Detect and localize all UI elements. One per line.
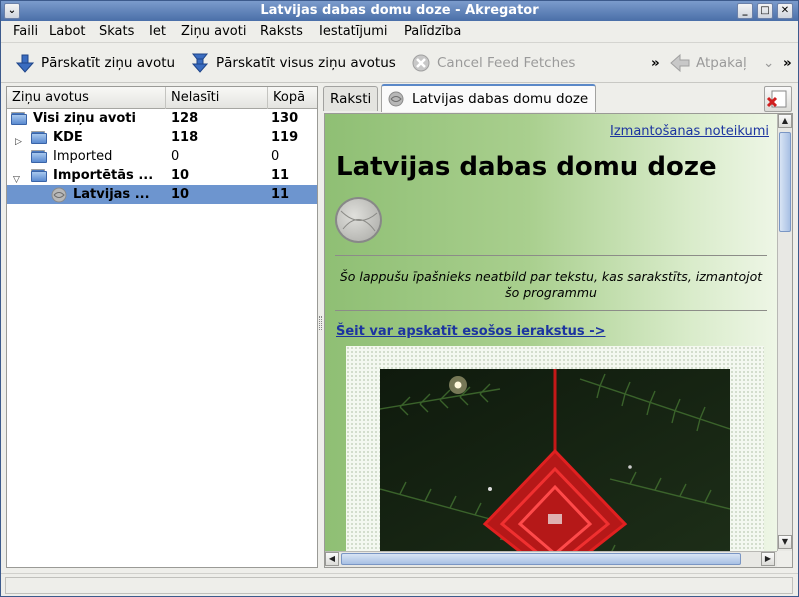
scroll-down-icon[interactable]: ▼ xyxy=(778,535,792,549)
feed-total: 0 xyxy=(271,149,280,164)
feed-total: 119 xyxy=(271,130,299,145)
disclaimer-text: Šo lappušu īpašnieks neatbild par tekstu… xyxy=(339,269,763,300)
arrow-left-icon xyxy=(670,53,690,73)
column-header-total[interactable]: Kopā xyxy=(268,87,317,109)
column-header-unread[interactable]: Nelasīti xyxy=(166,87,268,109)
menu-article[interactable]: Raksts xyxy=(260,24,303,39)
menu-feeds[interactable]: Ziņu avoti xyxy=(181,24,246,39)
scroll-corner xyxy=(777,551,792,567)
feed-row-imported[interactable]: Imported 0 0 xyxy=(7,147,317,166)
splitter-handle[interactable] xyxy=(319,316,322,330)
entries-link[interactable]: Šeit var apskatīt esošos ierakstus -> xyxy=(336,324,605,339)
close-tab-button[interactable] xyxy=(764,86,792,112)
article-viewer: Izmantošanas noteikumi Latvijas dabas do… xyxy=(324,113,793,568)
column-header-name[interactable]: Ziņu avotus xyxy=(7,87,166,109)
maximize-button[interactable]: □ xyxy=(757,3,773,19)
feed-name: KDE xyxy=(53,130,83,145)
refresh-feed-button[interactable]: Pārskatīt ziņu avotu xyxy=(15,52,180,74)
folder-icon xyxy=(11,112,27,125)
toolbar-overflow-button-2[interactable]: » xyxy=(783,52,795,74)
toolbar: Pārskatīt ziņu avotu Pārskatīt visus ziņ… xyxy=(1,43,798,83)
feed-unread: 118 xyxy=(171,130,199,145)
christmas-ornament-photo xyxy=(380,369,730,551)
feed-row-all[interactable]: Visi ziņu avoti 128 130 xyxy=(7,109,317,128)
feed-name: Importētās ... xyxy=(53,168,154,183)
status-bar xyxy=(1,573,798,596)
feed-row-kde[interactable]: ▷ KDE 118 119 xyxy=(7,128,317,147)
folder-open-icon xyxy=(31,169,47,182)
feed-total: 130 xyxy=(271,111,299,126)
title-bar[interactable]: ⌄ Latvijas dabas domu doze - Akregator _… xyxy=(1,1,798,21)
feed-unread: 10 xyxy=(171,168,190,183)
feed-name: Imported xyxy=(53,149,113,164)
feed-unread: 128 xyxy=(171,111,199,126)
arrow-down-all-icon xyxy=(191,53,209,73)
tab-feed-label: Latvijas dabas domu doze xyxy=(412,91,589,107)
tab-articles[interactable]: Raksti xyxy=(323,86,379,111)
feed-favicon-icon xyxy=(388,91,404,107)
refresh-feed-label: Pārskatīt ziņu avotu xyxy=(41,55,176,71)
horizontal-scrollbar[interactable]: ◀ ▶ xyxy=(325,551,777,567)
feed-list-panel: Ziņu avotus Nelasīti Kopā Visi ziņu avot… xyxy=(6,86,318,568)
menu-edit[interactable]: Labot xyxy=(49,24,86,39)
scroll-left-icon[interactable]: ◀ xyxy=(325,552,339,566)
close-button[interactable]: ✕ xyxy=(777,3,793,19)
horizontal-scroll-thumb[interactable] xyxy=(341,553,741,565)
feed-total: 11 xyxy=(271,168,290,183)
status-text-area xyxy=(5,577,793,594)
feed-favicon-icon xyxy=(51,187,67,203)
minimize-button[interactable]: _ xyxy=(737,3,753,19)
feed-name: Visi ziņu avoti xyxy=(33,111,136,126)
folder-icon xyxy=(31,131,47,144)
feed-name: Latvijas ... xyxy=(73,187,150,202)
tab-feed-page[interactable]: Latvijas dabas domu doze xyxy=(381,84,596,112)
feed-page-content: Izmantošanas noteikumi Latvijas dabas do… xyxy=(325,114,777,551)
site-logo xyxy=(335,197,382,243)
app-window: ⌄ Latvijas dabas domu doze - Akregator _… xyxy=(0,0,799,597)
menu-go[interactable]: Iet xyxy=(149,24,166,39)
cancel-fetch-button[interactable]: Cancel Feed Fetches xyxy=(411,52,581,74)
tab-bar: Raksti Latvijas dabas domu doze xyxy=(323,83,795,113)
feed-row-imported-group[interactable]: ▽ Importētās ... 10 11 xyxy=(7,166,317,185)
menu-settings[interactable]: Iestatījumi xyxy=(319,24,388,39)
back-label: Atpakaļ xyxy=(696,55,747,71)
window-menu-icon[interactable]: ⌄ xyxy=(4,3,20,19)
menu-help[interactable]: Palīdzība xyxy=(404,24,461,39)
folder-icon xyxy=(31,150,47,163)
divider xyxy=(335,310,767,311)
vertical-scroll-thumb[interactable] xyxy=(779,132,791,232)
feed-row-latvijas[interactable]: Latvijas ... 10 11 xyxy=(7,185,317,204)
window-title: Latvijas dabas domu doze - Akregator xyxy=(260,3,539,18)
page-heading: Latvijas dabas domu doze xyxy=(336,152,717,182)
cancel-fetch-label: Cancel Feed Fetches xyxy=(437,55,576,71)
feed-unread: 0 xyxy=(171,149,180,164)
back-button[interactable]: Atpakaļ xyxy=(670,52,750,74)
scroll-up-icon[interactable]: ▲ xyxy=(778,114,792,128)
feed-unread: 10 xyxy=(171,187,190,202)
scroll-right-icon[interactable]: ▶ xyxy=(761,552,775,566)
back-dropdown-icon[interactable]: ⌄ xyxy=(763,52,777,74)
refresh-all-label: Pārskatīt visus ziņu avotus xyxy=(216,55,396,71)
cancel-icon xyxy=(412,54,430,72)
menu-view[interactable]: Skats xyxy=(99,24,134,39)
toolbar-overflow-button[interactable]: » xyxy=(651,52,663,74)
arrow-down-icon xyxy=(15,54,35,73)
image-frame xyxy=(346,346,764,551)
feed-total: 11 xyxy=(271,187,290,202)
feed-list-header: Ziņu avotus Nelasīti Kopā xyxy=(7,87,317,109)
close-tab-icon xyxy=(766,90,787,108)
menubar: Faili Labot Skats Iet Ziņu avoti Raksts … xyxy=(1,21,798,43)
divider xyxy=(335,255,767,256)
vertical-scrollbar[interactable]: ▲ ▼ xyxy=(777,114,792,551)
terms-link[interactable]: Izmantošanas noteikumi xyxy=(610,124,769,139)
menu-file[interactable]: Faili xyxy=(13,24,38,39)
refresh-all-feeds-button[interactable]: Pārskatīt visus ziņu avotus xyxy=(190,52,400,74)
